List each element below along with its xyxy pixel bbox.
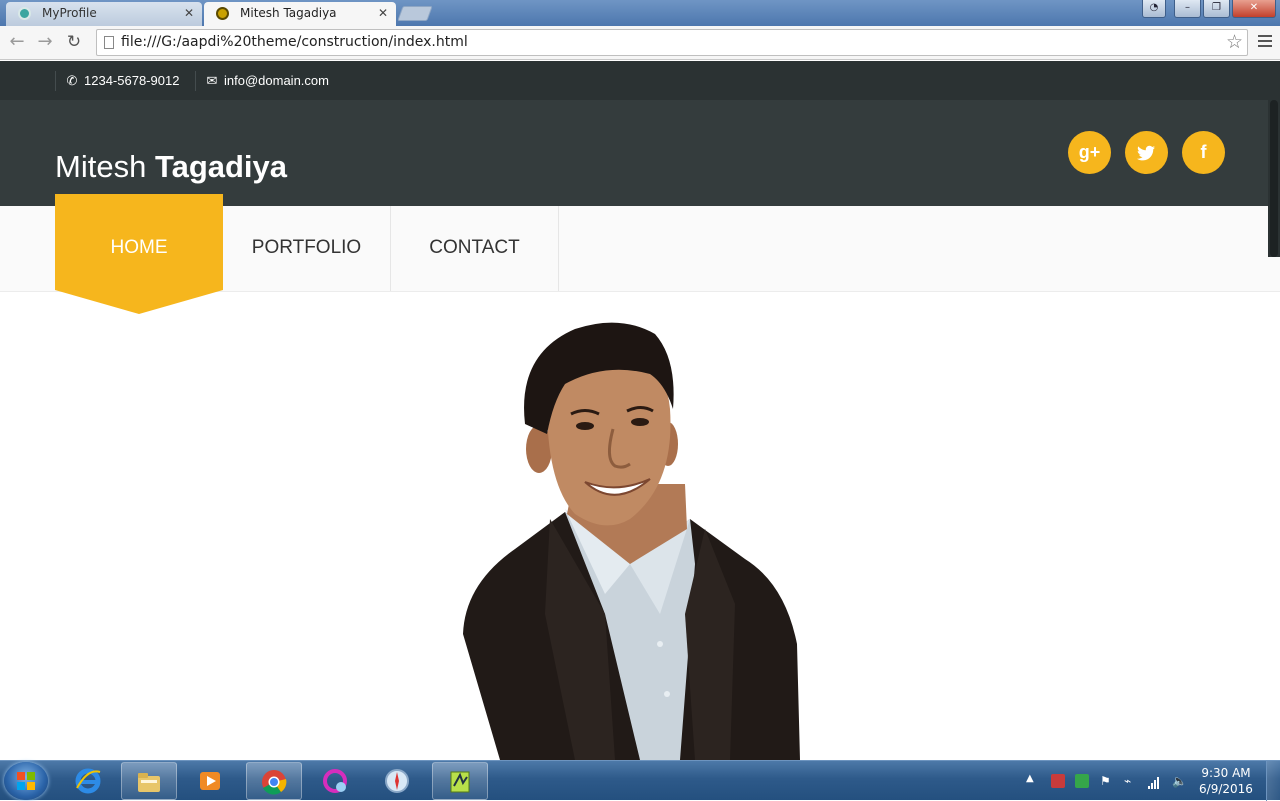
google-plus-icon[interactable]: g+ (1068, 131, 1111, 174)
show-desktop-button[interactable] (1266, 761, 1280, 801)
phone-number: 1234-5678-9012 (84, 73, 180, 88)
facebook-icon[interactable]: f (1182, 131, 1225, 174)
tray-app-icon[interactable] (1051, 774, 1065, 788)
new-tab-button[interactable] (397, 6, 433, 21)
windows-taskbar: ▲ ⚑ ⌁ 🔈 9:30 AM 6/9/2016 (0, 760, 1280, 801)
tab-close-icon[interactable]: ✕ (378, 2, 388, 24)
address-bar[interactable]: file:///G:/aapdi%20theme/construction/in… (96, 29, 1248, 56)
safari-icon[interactable] (370, 762, 426, 800)
start-orb-icon[interactable] (4, 762, 48, 800)
twitter-bird-icon (1137, 145, 1155, 161)
myprofile-favicon-icon (18, 7, 31, 20)
tab-close-icon[interactable]: ✕ (184, 2, 194, 24)
tab-title: MyProfile (42, 6, 97, 20)
brand-last-name: Tagadiya (154, 149, 288, 184)
clock-time: 9:30 AM (1201, 766, 1251, 780)
action-center-flag-icon[interactable]: ⚑ (1100, 774, 1114, 788)
restore-button[interactable]: ❐ (1203, 0, 1230, 18)
nav-contact[interactable]: CONTACT (391, 206, 559, 291)
network-signal-icon[interactable] (1148, 774, 1162, 789)
tab-title: Mitesh Tagadiya (240, 6, 337, 20)
clock[interactable]: 9:30 AM 6/9/2016 (1196, 765, 1256, 797)
volume-icon[interactable]: 🔈 (1172, 774, 1187, 788)
minimize-button[interactable]: – (1174, 0, 1201, 18)
profile-icon[interactable]: ◔ (1142, 0, 1166, 18)
windows-explorer-icon[interactable] (121, 762, 177, 800)
nav-home[interactable]: HOME (55, 206, 223, 291)
internet-explorer-icon[interactable] (61, 762, 117, 800)
reload-icon[interactable]: ↻ (62, 31, 86, 55)
email-info[interactable]: ✉ info@domain.com (206, 61, 329, 101)
close-window-button[interactable]: ✕ (1232, 0, 1276, 18)
envelope-icon: ✉ (206, 73, 218, 88)
brand-first-name: Mitesh (55, 149, 147, 184)
windows-flag-icon (17, 772, 35, 790)
menu-icon[interactable] (1258, 35, 1272, 50)
site-brand[interactable]: Mitesh Tagadiya (55, 149, 287, 185)
twitter-icon[interactable] (1125, 131, 1168, 174)
forward-arrow-icon[interactable]: → (33, 31, 57, 55)
tab-myprofile[interactable]: MyProfile ✕ (6, 2, 202, 26)
address-url[interactable]: file:///G:/aapdi%20theme/construction/in… (121, 30, 468, 55)
window-controls: ◔ – ❐ ✕ (1142, 0, 1276, 18)
tab-mitesh-tagadiya[interactable]: Mitesh Tagadiya ✕ (204, 2, 396, 26)
media-player-icon[interactable] (183, 762, 239, 800)
power-plug-icon[interactable]: ⌁ (1124, 774, 1138, 788)
show-hidden-icons-icon[interactable]: ▲ (1026, 773, 1040, 787)
uc-browser-icon[interactable] (308, 762, 364, 800)
site-favicon-icon (216, 7, 229, 20)
profile-photo (463, 322, 800, 760)
page-viewport: ✆ 1234-5678-9012 ✉ info@domain.com Mitesh … (0, 61, 1280, 760)
page-icon (104, 36, 114, 49)
nav-portfolio[interactable]: PORTFOLIO (223, 206, 391, 291)
clock-date: 6/9/2016 (1199, 782, 1253, 796)
tray-app-icon[interactable] (1075, 774, 1089, 788)
divider (55, 71, 56, 91)
browser-toolbar: ← → ↻ file:///G:/aapdi%20theme/construct… (0, 26, 1280, 60)
email-address[interactable]: info@domain.com (224, 73, 329, 88)
site-header: Mitesh Tagadiya g+ f (0, 100, 1280, 206)
notepad-app-icon[interactable] (432, 762, 488, 800)
system-tray: ▲ ⚑ ⌁ 🔈 9:30 AM 6/9/2016 (1020, 761, 1280, 801)
bookmark-star-icon[interactable]: ☆ (1226, 30, 1243, 54)
contact-topbar: ✆ 1234-5678-9012 ✉ info@domain.com (0, 61, 1280, 100)
phone-info: ✆ 1234-5678-9012 (66, 61, 180, 101)
back-arrow-icon[interactable]: ← (5, 31, 29, 55)
browser-tabstrip: MyProfile ✕ Mitesh Tagadiya ✕ ◔ – ❐ ✕ (0, 0, 1280, 26)
page-scrollbar[interactable] (1268, 100, 1280, 257)
chrome-icon[interactable] (246, 762, 302, 800)
divider (195, 71, 196, 91)
phone-icon: ✆ (66, 73, 78, 88)
